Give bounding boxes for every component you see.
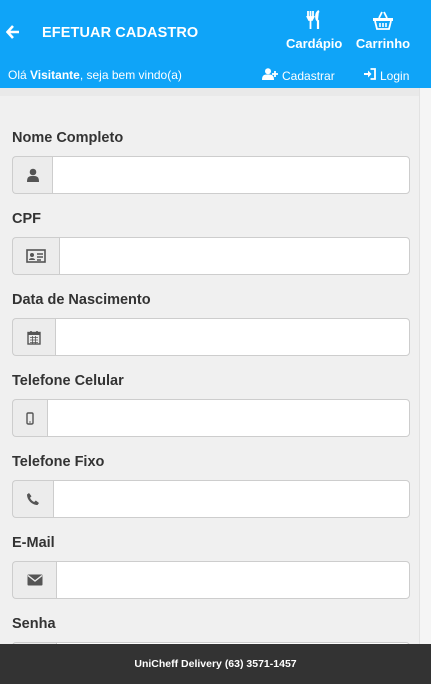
cart-button[interactable]: Carrinho <box>355 10 411 51</box>
mobile-phone-icon <box>12 399 47 437</box>
greeting-prefix: Olá <box>8 68 31 82</box>
greeting-name: Visitante <box>30 68 80 82</box>
field-label: Nome Completo <box>12 130 124 146</box>
calendar-icon <box>12 318 55 356</box>
field-label: E-Mail <box>12 535 55 551</box>
user-icon <box>12 156 52 194</box>
envelope-icon <box>12 561 56 599</box>
field-full-name: Nome Completo <box>12 130 410 194</box>
basket-icon <box>355 10 411 30</box>
cart-label: Carrinho <box>355 36 411 51</box>
sign-in-icon <box>364 68 380 83</box>
field-landline-phone: Telefone Fixo <box>12 454 410 518</box>
birth-date-input[interactable] <box>55 318 410 356</box>
footer: UniCheff Delivery (63) 3571-1457 <box>0 644 431 684</box>
greeting-suffix: , seja bem vindo(a) <box>79 68 182 82</box>
user-plus-icon <box>262 68 282 83</box>
field-label: Telefone Celular <box>12 373 124 389</box>
field-birth-date: Data de Nascimento <box>12 292 410 356</box>
login-link[interactable]: Login <box>364 68 409 83</box>
scrollbar[interactable] <box>419 88 431 644</box>
menu-label: Cardápio <box>286 36 343 51</box>
field-label: Telefone Fixo <box>12 454 105 470</box>
cpf-input[interactable] <box>59 237 410 275</box>
registration-form: Nome Completo CPF Data de Nascimento Tel… <box>0 88 431 644</box>
arrow-left-icon[interactable] <box>5 24 22 42</box>
field-label: Senha <box>12 616 56 632</box>
cutlery-icon <box>286 10 342 30</box>
field-label: Data de Nascimento <box>12 292 151 308</box>
content-top-edge <box>0 88 431 96</box>
greeting: Olá Visitante, seja bem vindo(a) <box>8 68 182 82</box>
full-name-input[interactable] <box>52 156 410 194</box>
app-header: EFETUAR CADASTRO Cardápio Carrinho Olá V… <box>0 0 431 88</box>
field-email: E-Mail <box>12 535 410 599</box>
email-input[interactable] <box>56 561 410 599</box>
register-label: Cadastrar <box>282 68 335 83</box>
field-password: Senha <box>12 616 410 644</box>
mobile-phone-input[interactable] <box>47 399 410 437</box>
field-mobile-phone: Telefone Celular <box>12 373 410 437</box>
field-label: CPF <box>12 211 41 227</box>
login-label: Login <box>380 68 410 83</box>
footer-text: UniCheff Delivery (63) 3571-1457 <box>134 658 297 670</box>
page-title: EFETUAR CADASTRO <box>42 25 199 41</box>
id-card-icon <box>12 237 59 275</box>
field-cpf: CPF <box>12 211 410 275</box>
phone-icon <box>12 480 53 518</box>
register-link[interactable]: Cadastrar <box>262 68 335 83</box>
landline-phone-input[interactable] <box>53 480 410 518</box>
menu-button[interactable]: Cardápio <box>286 10 342 51</box>
